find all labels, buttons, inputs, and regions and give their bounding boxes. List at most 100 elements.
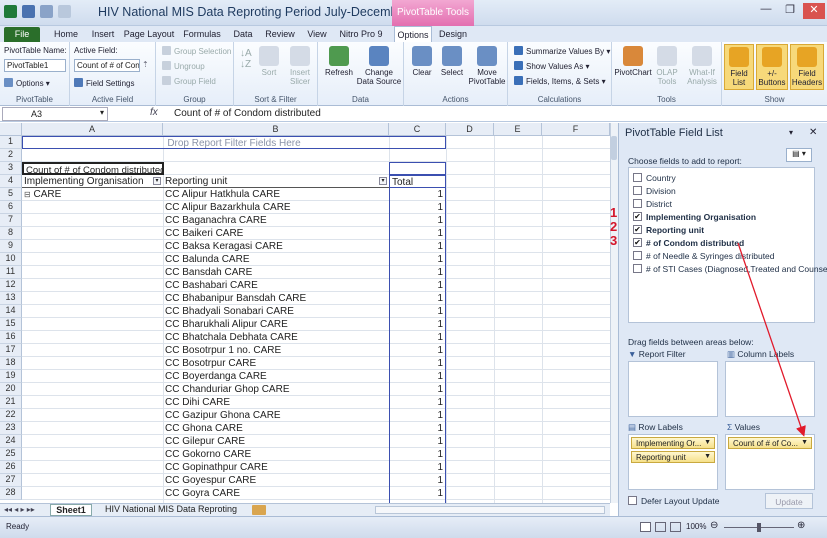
- row-header[interactable]: 20: [0, 383, 22, 396]
- group-selection-button[interactable]: Group Selection: [162, 46, 231, 56]
- row-header[interactable]: 11: [0, 266, 22, 279]
- reporting-unit-cell[interactable]: CC Bhadyali Sonabari CARE: [163, 305, 389, 318]
- tab-options[interactable]: Options: [394, 26, 432, 42]
- reporting-unit-cell[interactable]: CC Bosotrpur CARE: [163, 357, 389, 370]
- total-value-cell[interactable]: 1: [389, 409, 446, 422]
- zoom-slider-thumb[interactable]: [757, 523, 761, 532]
- value-field-count-condom[interactable]: Count of # of Co... ▼: [728, 437, 812, 449]
- field-checkbox[interactable]: ✔: [633, 225, 642, 234]
- buttons-toggle[interactable]: +/- Buttons: [756, 44, 788, 90]
- row-header[interactable]: 2: [0, 149, 22, 162]
- redo-icon[interactable]: [58, 5, 71, 18]
- total-value-cell[interactable]: 1: [389, 344, 446, 357]
- row-header[interactable]: 1: [0, 136, 22, 149]
- pivottable-name-input[interactable]: PivotTable1: [4, 59, 66, 72]
- sheet-tab-data[interactable]: HIV National MIS Data Reproting: [96, 504, 246, 516]
- row-header[interactable]: 5: [0, 188, 22, 201]
- show-values-as-button[interactable]: Show Values As ▾: [514, 61, 589, 71]
- field-checkbox[interactable]: [633, 186, 642, 195]
- column-header-a[interactable]: A: [22, 123, 163, 136]
- reporting-unit-cell[interactable]: CC Chanduriar Ghop CARE: [163, 383, 389, 396]
- field-item[interactable]: District: [633, 198, 813, 210]
- field-checkbox[interactable]: ✔: [633, 238, 642, 247]
- filter-dropdown-icon[interactable]: ▾: [379, 177, 387, 185]
- row-header[interactable]: 9: [0, 240, 22, 253]
- row-header[interactable]: 17: [0, 344, 22, 357]
- worksheet-grid[interactable]: A B C D E F 1 2 3 4 5 6 7 8 9 10 11 12 13 14 15 16 17 18 1…: [0, 123, 610, 503]
- move-pivottable-button[interactable]: Move PivotTable: [468, 46, 506, 86]
- total-value-cell[interactable]: 1: [389, 370, 446, 383]
- tab-page-layout[interactable]: Page Layout: [122, 26, 176, 42]
- tab-formulas[interactable]: Formulas: [178, 26, 226, 42]
- olap-tools-button[interactable]: OLAP Tools: [652, 46, 682, 86]
- reporting-unit-cell[interactable]: CC Bhatchala Debhata CARE: [163, 331, 389, 344]
- reporting-unit-cell[interactable]: CC Baksa Keragasi CARE: [163, 240, 389, 253]
- row-field-reporting-unit[interactable]: Reporting unit ▼: [631, 451, 715, 463]
- expand-field-icon[interactable]: ⇡: [142, 60, 149, 69]
- defer-layout-checkbox[interactable]: [628, 496, 637, 505]
- tab-review[interactable]: Review: [260, 26, 300, 42]
- horizontal-scrollbar[interactable]: [375, 506, 605, 514]
- reporting-unit-cell[interactable]: CC Gokorno CARE: [163, 448, 389, 461]
- total-value-cell[interactable]: 1: [389, 227, 446, 240]
- field-item[interactable]: Division: [633, 185, 813, 197]
- formula-input[interactable]: Count of # of Condom distributed: [174, 108, 321, 119]
- field-settings-button[interactable]: Field Settings: [74, 78, 134, 88]
- sheet-nav-arrows-icon[interactable]: ◂◂ ◂ ▸ ▸▸: [4, 505, 35, 514]
- field-checkbox[interactable]: [633, 264, 642, 273]
- maximize-button[interactable]: ❐: [779, 3, 801, 19]
- reporting-unit-cell[interactable]: CC Ghona CARE: [163, 422, 389, 435]
- reporting-unit-cell[interactable]: CC Balunda CARE: [163, 253, 389, 266]
- total-value-cell[interactable]: 1: [389, 422, 446, 435]
- row-header[interactable]: 23: [0, 422, 22, 435]
- zoom-level[interactable]: 100%: [686, 522, 706, 531]
- insert-sheet-icon[interactable]: [252, 505, 266, 515]
- collapse-icon[interactable]: ⊟: [24, 190, 31, 199]
- row-header[interactable]: 21: [0, 396, 22, 409]
- row-header[interactable]: 7: [0, 214, 22, 227]
- options-button[interactable]: Options ▾: [4, 78, 50, 88]
- total-value-cell[interactable]: 1: [389, 396, 446, 409]
- header-reporting-unit[interactable]: Reporting unit ▾: [163, 175, 389, 188]
- reporting-unit-cell[interactable]: CC Bosotrpur 1 no. CARE: [163, 344, 389, 357]
- field-item[interactable]: # of STI Cases (Diagnosed,Treated and Co…: [633, 263, 827, 275]
- row-header[interactable]: 15: [0, 318, 22, 331]
- reporting-unit-cell[interactable]: CC Gazipur Ghona CARE: [163, 409, 389, 422]
- what-if-button[interactable]: What-If Analysis: [684, 46, 720, 86]
- total-value-cell[interactable]: 1: [389, 214, 446, 227]
- field-item[interactable]: ✔ # of Condom distributed: [633, 237, 813, 249]
- total-value-cell[interactable]: 1: [389, 318, 446, 331]
- total-value-cell[interactable]: 1: [389, 266, 446, 279]
- minimize-button[interactable]: —: [755, 3, 777, 19]
- filter-dropdown-icon[interactable]: ▾: [153, 177, 161, 185]
- fx-icon[interactable]: fx: [150, 107, 172, 118]
- row-labels-area[interactable]: Implementing Or... ▼ Reporting unit ▼: [628, 434, 718, 490]
- pane-options-icon[interactable]: ▾: [789, 128, 793, 137]
- row-header[interactable]: 22: [0, 409, 22, 422]
- column-labels-drop-zone[interactable]: [389, 162, 446, 175]
- row-header[interactable]: 13: [0, 292, 22, 305]
- reporting-unit-cell[interactable]: CC Bansdah CARE: [163, 266, 389, 279]
- row-header[interactable]: 16: [0, 331, 22, 344]
- field-checkbox[interactable]: [633, 173, 642, 182]
- row-header[interactable]: 24: [0, 435, 22, 448]
- column-header-f[interactable]: F: [542, 123, 610, 136]
- field-checkbox[interactable]: ✔: [633, 212, 642, 221]
- group-field-button[interactable]: Group Field: [162, 76, 216, 86]
- field-checkbox[interactable]: [633, 199, 642, 208]
- total-value-cell[interactable]: 1: [389, 487, 446, 500]
- row-header[interactable]: 10: [0, 253, 22, 266]
- select-all-corner[interactable]: [0, 123, 22, 136]
- fields-items-sets-button[interactable]: Fields, Items, & Sets ▾: [514, 76, 606, 86]
- row-header[interactable]: 3: [0, 162, 22, 175]
- field-headers-toggle[interactable]: Field Headers: [790, 44, 824, 90]
- total-value-cell[interactable]: 1: [389, 474, 446, 487]
- pivotchart-button[interactable]: PivotChart: [614, 46, 652, 77]
- field-item[interactable]: ✔ Reporting unit: [633, 224, 813, 236]
- tab-insert[interactable]: Insert: [86, 26, 120, 42]
- tab-view[interactable]: View: [302, 26, 332, 42]
- row-header[interactable]: 12: [0, 279, 22, 292]
- column-header-e[interactable]: E: [494, 123, 542, 136]
- total-value-cell[interactable]: 1: [389, 357, 446, 370]
- reporting-unit-cell[interactable]: CC Dihi CARE: [163, 396, 389, 409]
